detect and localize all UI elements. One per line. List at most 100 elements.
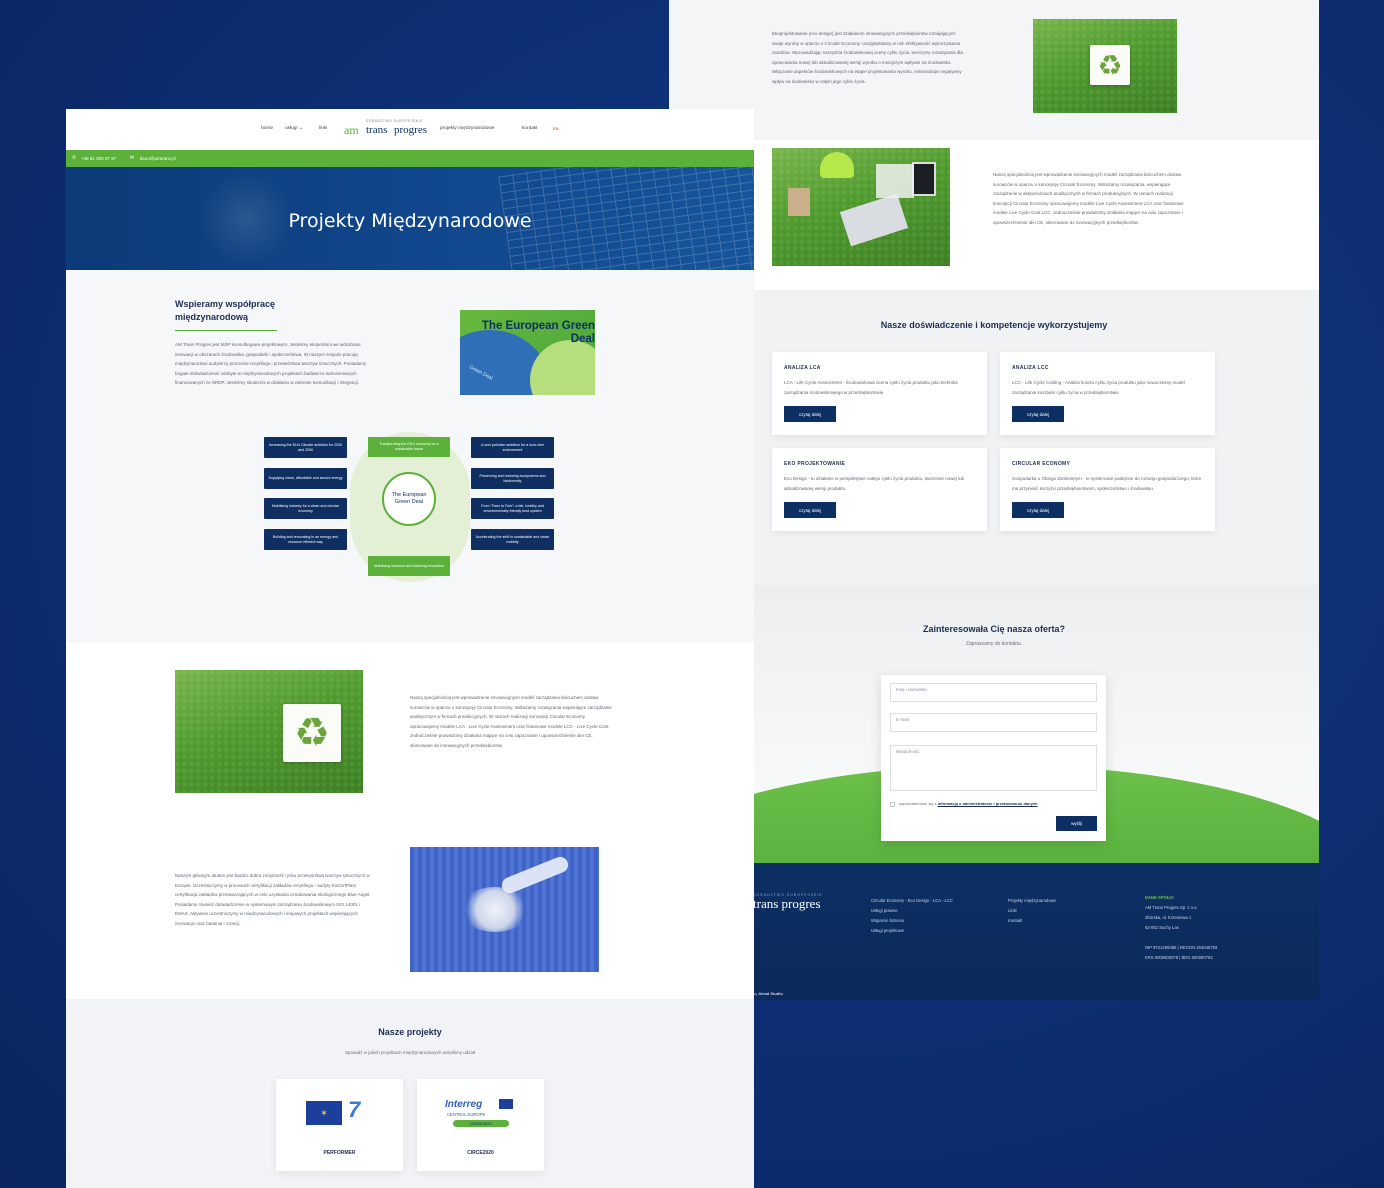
contact-title: Zainteresowała Cię nasza oferta? — [922, 624, 1066, 634]
card-text: LCC - Life Cycle Costing - Analiza koszt… — [1012, 380, 1185, 395]
logo[interactable]: DORADZTWO EUROPEJSKIE am trans progres — [344, 119, 430, 143]
diagram-left-item: Supplying clean, affordable and secure e… — [264, 468, 347, 489]
email-input[interactable]: E-mail — [890, 713, 1097, 732]
diagram-left-item: Mobilising industry for a clean and circ… — [264, 498, 347, 519]
message-textarea[interactable]: Wiadomość — [890, 745, 1097, 791]
read-more-button[interactable]: czytaj dalej — [1012, 502, 1064, 518]
name-input[interactable]: Imię i nazwisko — [890, 683, 1097, 702]
diagram-center: The European Green Deal — [382, 472, 436, 526]
diagram-top: Transforming the EU's economy for a sust… — [368, 437, 450, 457]
phone-number[interactable]: +48 61 000 07 37 — [81, 156, 116, 161]
project-card-circe[interactable]: Interreg CENTRAL EUROPE CIRCE2020 CIRCE2… — [417, 1079, 544, 1171]
plastic-granules-image — [410, 847, 599, 972]
nav-home[interactable]: home — [261, 126, 273, 131]
fp7-logo: 7 — [348, 1097, 361, 1122]
plastics-text: Naszym głównym atutem jest bardzo dobra … — [175, 873, 371, 926]
green-deal-title: The European Green Deal — [481, 320, 595, 345]
footer-col-pages: Projekty międzynarodowe Linki Kontakt — [1008, 896, 1056, 926]
eco-design-text: Ekoprojektowanie (eco design) jest dział… — [772, 31, 963, 84]
recycle-grass-image: ♻ — [1033, 19, 1177, 113]
nav-services-label: usługi — [285, 126, 298, 131]
circular-economy-section: ♻ Naszą specjalnością jest wprowadzanie … — [66, 643, 754, 999]
project-name: CIRCE2020 — [467, 1150, 494, 1156]
projects-subtitle: Sprawdź w jakich projektach międzynarodo… — [344, 1050, 476, 1055]
logo-progres: progres — [394, 124, 427, 136]
card-title: CIRCULAR ECONOMY — [1012, 461, 1071, 467]
nav-contact[interactable]: kontakt — [522, 126, 537, 131]
page-title: Projekty Międzynarodowe — [288, 210, 532, 232]
diagram-right-item: Accelerating the shift to sustainable an… — [471, 529, 554, 550]
recycle-grass-image: ♻ — [175, 670, 363, 793]
diagram-right-item: From “Farm to Fork”: a fair, healthy and… — [471, 498, 554, 519]
project-card-performer[interactable]: ✶ 7 PERFORMER — [276, 1079, 403, 1171]
circe-tag: CIRCE2020 — [453, 1120, 509, 1127]
footer-link[interactable]: Usługi projektowe — [871, 926, 953, 936]
consent-link[interactable]: informacją o administratorze i przetwarz… — [938, 801, 1038, 806]
diagram-left-item: Building and renovating in an energy and… — [264, 529, 347, 550]
recycle-icon: ♻ — [283, 704, 341, 762]
green-deal-image: The European Green Deal Green Deal — [460, 310, 595, 395]
diagram-bottom: Mobilising research and fostering innova… — [368, 556, 450, 576]
footer-link[interactable]: Kontakt — [1008, 916, 1056, 926]
contact-subtitle: Zapraszamy do kontaktu. — [965, 641, 1023, 647]
footer-col-services: Circular Economy - Eco Design - LCA - LC… — [871, 896, 953, 936]
read-more-button[interactable]: czytaj dalej — [784, 406, 836, 422]
nav-services[interactable]: usługi ⌄ — [285, 126, 303, 131]
granules-tube — [499, 854, 571, 896]
tablet-icon — [912, 162, 936, 196]
consent-prefix: zapoznałem/am się z — [899, 801, 938, 806]
footer-link[interactable]: Circular Economy - Eco Design - LCA - LC… — [871, 896, 953, 906]
top-nav: home usługi ⌄ linki DORADZTWO EUROPEJSKI… — [66, 109, 754, 150]
nav-links[interactable]: linki — [319, 126, 327, 131]
footer-credit-name[interactable]: Alead Studio — [758, 991, 782, 996]
card-text: LCA - Life Cycle Assessment - Środowisko… — [784, 380, 958, 395]
circular-text: Naszą specjalnością jest wprowadzanie in… — [993, 172, 1184, 225]
recycle-icon: ♻ — [1090, 45, 1130, 85]
granules-pile — [460, 887, 530, 932]
front-page-screenshot: home usługi ⌄ linki DORADZTWO EUROPEJSKI… — [66, 109, 754, 1188]
contact-section: Zainteresowała Cię nasza oferta? Zaprasz… — [669, 585, 1319, 863]
project-name: PERFORMER — [323, 1150, 356, 1156]
eu-flag-icon: ✶ — [306, 1101, 342, 1125]
contact-form: Imię i nazwisko E-mail Wiadomość zapozna… — [881, 675, 1106, 841]
diagram-right-item: A zero pollution ambition for a toxic-fr… — [471, 437, 554, 458]
footer: DORADZTWO EUROPEJSKIE trans progres Circ… — [669, 863, 1319, 1000]
footer-link[interactable]: Wsparcie biznesu — [871, 916, 953, 926]
competencies-section: Nasze doświadczenie i kompetencje wykorz… — [669, 290, 1319, 585]
laptop-icon — [839, 193, 909, 247]
footer-company-line: 62-052 Suchy Las — [1145, 925, 1179, 930]
nav-international[interactable]: projekty międzynarodowe — [440, 126, 494, 131]
projects-title: Nasze projekty — [378, 1027, 442, 1037]
heading-underline — [175, 330, 277, 331]
blueprint-icon — [876, 164, 914, 198]
back-page-screenshot: Ekoprojektowanie (eco design) jest dział… — [669, 0, 1319, 1000]
logo-tagline: DORADZTWO EUROPEJSKIE — [366, 119, 423, 123]
email-address[interactable]: biuro@amtrans.pl — [140, 156, 176, 161]
read-more-button[interactable]: czytaj dalej — [1012, 406, 1064, 422]
consent-label: zapoznałem/am się z informacją o adminis… — [899, 801, 1038, 806]
eu-flag-icon — [499, 1099, 513, 1109]
contact-bar: ✆ +48 61 000 07 37 ✉ biuro@amtrans.pl — [66, 150, 754, 167]
card-text: Gospodarka o Obiegu Zamkniętym - to syst… — [1012, 476, 1202, 491]
logo-am: am — [344, 123, 359, 137]
submit-button[interactable]: wyślij — [1056, 816, 1097, 831]
flag-en-icon[interactable]: EN — [553, 126, 559, 131]
footer-link[interactable]: Projekty międzynarodowe — [1008, 896, 1056, 906]
read-more-button[interactable]: czytaj dalej — [784, 502, 836, 518]
consent-checkbox[interactable] — [890, 802, 895, 807]
diagram-left-item: Increasing the EU's Climate ambition for… — [264, 437, 347, 458]
intro-heading: Wspieramy współpracę międzynarodową — [175, 299, 276, 322]
footer-company-title: DANE SPÓŁKI — [1145, 895, 1174, 900]
footer-link[interactable]: Usługi prawne — [871, 906, 953, 916]
footer-company-line: Zbórska, ul. Krzemowa 1 — [1145, 915, 1192, 920]
footer-credit: by Alead Studio — [753, 991, 783, 996]
footer-logo: trans progres — [753, 896, 821, 911]
eco-design-section: Ekoprojektowanie (eco design) jest dział… — [669, 0, 1319, 140]
card-title: ANALIZA LCA — [784, 365, 821, 371]
helmet-icon — [820, 152, 854, 178]
projects-section: Nasze projekty Sprawdź w jakich projekta… — [66, 999, 754, 1188]
logo-trans: trans — [366, 124, 388, 136]
interreg-subtitle: CENTRAL EUROPE — [447, 1112, 486, 1117]
footer-link[interactable]: Linki — [1008, 906, 1056, 916]
green-deal-diagram: The European Green Deal Transforming the… — [264, 432, 556, 582]
